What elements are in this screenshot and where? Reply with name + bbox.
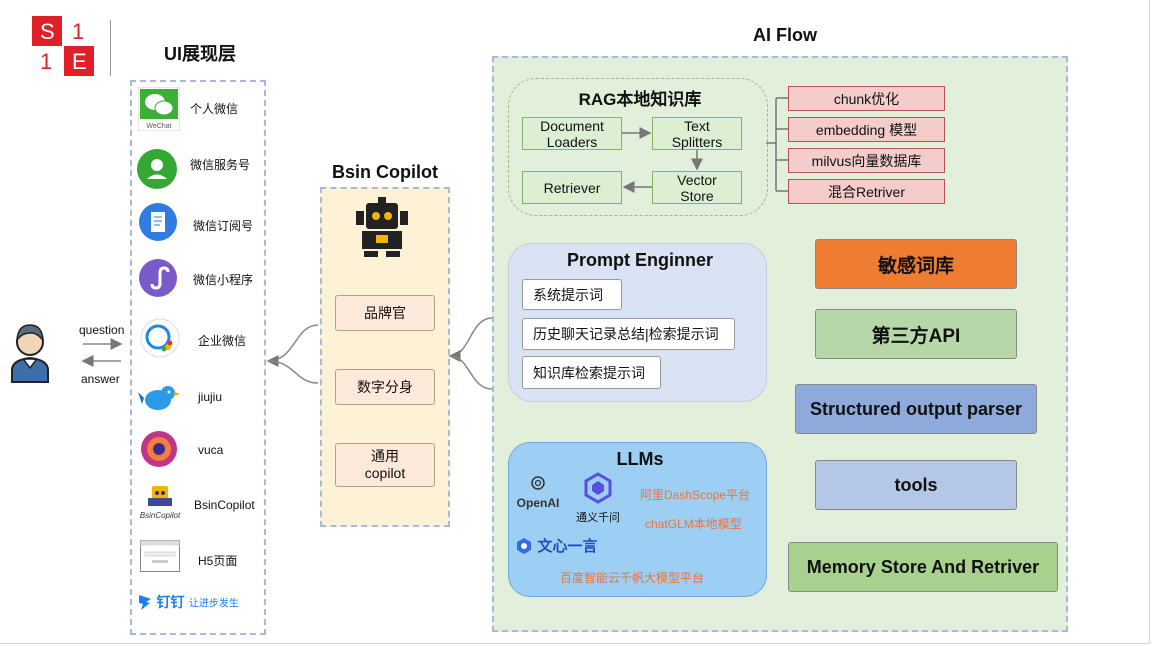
sensitive-words-box: 敏感词库 [815, 239, 1017, 289]
third-party-api-box: 第三方API [815, 309, 1017, 359]
ui-item-label: BsinCopilot [194, 498, 255, 512]
copilot-item-brand-officer[interactable]: 品牌官 [335, 295, 435, 331]
tools-box: tools [815, 460, 1017, 510]
chatglm-label: chatGLM本地模型 [645, 517, 742, 531]
openai-label: OpenAI [516, 496, 560, 510]
structured-parser-box: Structured output parser [795, 384, 1037, 434]
rag-option-hybrid: 混合Retriver [788, 179, 945, 204]
vector-store-box: Vector Store [652, 171, 742, 204]
copilot-item-general[interactable]: 通用 copilot [335, 443, 435, 487]
document-loaders-box: Document Loaders [522, 117, 622, 150]
wenxin-logo: 文心一言 [515, 535, 615, 557]
memory-store-box: Memory Store And Retriver [788, 542, 1058, 592]
service-account-icon [136, 148, 178, 190]
rag-title: RAG本地知识库 [578, 90, 702, 109]
ui-layer-title: UI展现层 [164, 44, 236, 64]
dingtalk-slogan: 让进步发生 [188, 598, 239, 610]
bsin-copilot-title: Bsin Copilot [332, 162, 438, 182]
rag-option-milvus: milvus向量数据库 [788, 148, 945, 173]
ui-item-label: H5页面 [198, 554, 238, 568]
wechat-icon: WeChat [137, 86, 181, 132]
ui-item-label: 微信订阅号 [193, 219, 254, 233]
retriever-box: Retriever [522, 171, 622, 204]
svg-text:1: 1 [72, 19, 84, 44]
answer-label: answer [81, 372, 120, 386]
h5-page-icon [140, 540, 180, 572]
vuca-icon [140, 430, 178, 468]
dashscope-label: 阿里DashScope平台 [640, 488, 751, 502]
logo-divider [110, 20, 111, 76]
ui-item-label: 微信小程序 [193, 273, 254, 287]
prompt-item-kb: 知识库检索提示词 [522, 356, 661, 389]
tongyi-logo: 通义千问 [568, 472, 628, 524]
robot-icon [352, 197, 412, 259]
openai-logo: OpenAI [512, 475, 564, 510]
tongyi-label: 通义千问 [576, 512, 620, 524]
subscription-icon [138, 202, 178, 242]
s11e-logo: S 1 1 E [32, 16, 96, 76]
mini-program-icon [138, 258, 178, 298]
ui-item-label: 企业微信 [198, 334, 247, 348]
prompt-item-system: 系统提示词 [522, 279, 622, 310]
llm-title: LLMs [616, 449, 664, 469]
ui-item-label: jiujiu [198, 390, 223, 404]
rag-option-chunk: chunk优化 [788, 86, 945, 111]
wechat-caption: WeChat [146, 123, 171, 130]
svg-text:1: 1 [40, 49, 52, 74]
bsincopilot-caption: BsinCopilot [140, 511, 181, 520]
svg-text:S: S [40, 19, 55, 44]
prompt-title: Prompt Enginner [566, 250, 713, 270]
baidu-qianfan-label: 百度智能云千帆大模型平台 [560, 571, 705, 585]
dingtalk-brand: 钉钉 [156, 594, 185, 610]
wecom-icon [140, 318, 180, 358]
ai-flow-title: AI Flow [753, 25, 817, 45]
bird-icon [138, 380, 180, 416]
rag-option-embedding: embedding 模型 [788, 117, 945, 142]
ui-item-label: 微信服务号 [190, 158, 251, 172]
question-label: question [79, 323, 125, 337]
svg-text:E: E [72, 49, 87, 74]
bsincopilot-icon: BsinCopilot [138, 482, 182, 522]
dingtalk-logo: 钉钉 让进步发生 [138, 592, 258, 614]
user-avatar-icon [8, 320, 52, 384]
prompt-item-history: 历史聊天记录总结|检索提示词 [522, 318, 735, 350]
ui-item-label: 个人微信 [190, 102, 239, 116]
copilot-item-digital-avatar[interactable]: 数字分身 [335, 369, 435, 405]
wenxin-label: 文心一言 [537, 538, 598, 555]
ui-item-label: vuca [198, 443, 224, 457]
text-splitters-box: Text Splitters [652, 117, 742, 150]
